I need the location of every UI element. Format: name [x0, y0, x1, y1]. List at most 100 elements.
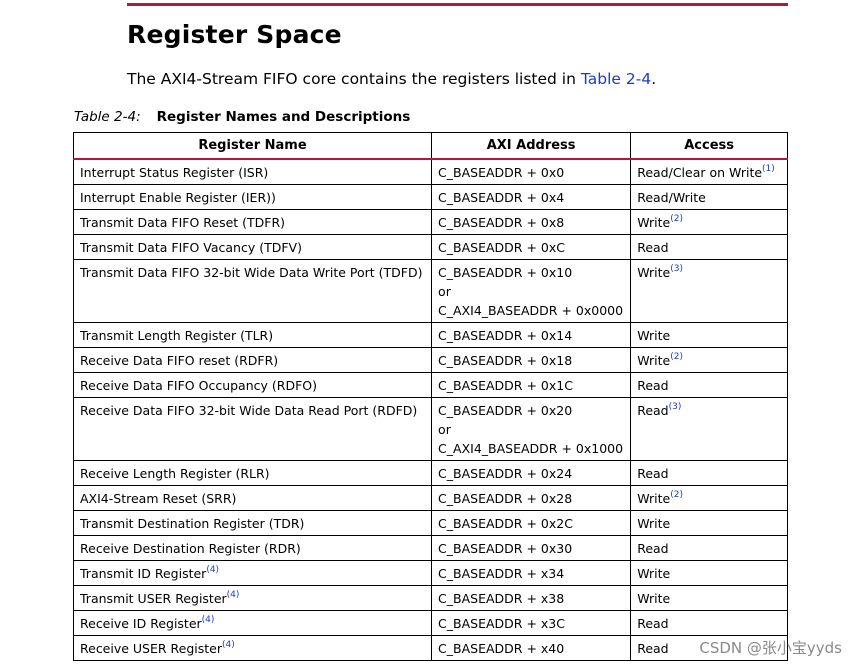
- access-value: Read: [637, 466, 669, 481]
- axi-address-line: C_AXI4_BASEADDR + 0x1000: [438, 441, 624, 456]
- access-cell: Read/Write: [630, 184, 788, 210]
- access-cell: Read(3): [630, 397, 788, 461]
- footnote-link[interactable]: (2): [670, 214, 683, 224]
- axi-address-line: C_BASEADDR + 0x8: [438, 215, 565, 230]
- table-header-row: Register Name AXI Address Access: [72, 132, 788, 160]
- register-name: Receive Data FIFO Occupancy (RDFO): [80, 378, 317, 393]
- axi-address-cell: C_BASEADDR + 0x20 or C_AXI4_BASEADDR + 0x1…: [431, 397, 632, 461]
- footnote-link[interactable]: (3): [669, 402, 682, 412]
- axi-address-cell: C_BASEADDR + 0x2C: [431, 510, 632, 536]
- table-row: Receive Data FIFO reset (RDFR) C_BASEADDR…: [72, 347, 788, 373]
- access-cell: Read: [630, 234, 788, 260]
- axi-address-cell: C_BASEADDR + x40: [431, 635, 632, 661]
- access-cell: Write(2): [630, 209, 788, 235]
- register-name: Interrupt Enable Register (IER)): [80, 190, 276, 205]
- axi-address-cell: C_BASEADDR + 0x8: [431, 209, 632, 235]
- table-row: Interrupt Enable Register (IER)) C_BASEAD…: [72, 184, 788, 210]
- register-name: Transmit Data FIFO Vacancy (TDFV): [80, 240, 302, 255]
- register-name: Transmit Destination Register (TDR): [80, 516, 305, 531]
- register-name: Receive Data FIFO 32-bit Wide Data Read …: [80, 403, 418, 418]
- register-name: Transmit ID Register: [80, 566, 207, 581]
- table-caption-title: Register Names and Descriptions: [156, 109, 411, 125]
- register-name: Transmit USER Register: [80, 591, 227, 606]
- axi-address-line: C_BASEADDR + x34: [438, 566, 565, 581]
- axi-address-line: C_BASEADDR + 0x30: [438, 541, 573, 556]
- axi-address-line: C_BASEADDR + 0x1C: [438, 378, 573, 393]
- register-name-cell: Interrupt Enable Register (IER)): [72, 184, 433, 210]
- axi-address-line: C_BASEADDR + 0x2C: [438, 516, 573, 531]
- access-value: Read: [637, 641, 669, 656]
- access-value: Write: [637, 491, 671, 506]
- footnote-link[interactable]: (2): [670, 352, 683, 362]
- table-row: Transmit Data FIFO 32-bit Wide Data Writ…: [72, 259, 788, 323]
- axi-address-cell: C_BASEADDR + 0x4: [431, 184, 632, 210]
- footnote-link[interactable]: (3): [670, 264, 683, 274]
- register-name: Interrupt Status Register (ISR): [80, 165, 269, 180]
- axi-address-line: C_AXI4_BASEADDR + 0x0000: [438, 303, 624, 318]
- table-row: Transmit Destination Register (TDR) C_BAS…: [72, 510, 788, 536]
- footnote-link[interactable]: (2): [670, 490, 683, 500]
- register-name-cell: Receive Length Register (RLR): [72, 460, 433, 486]
- header-access: Access: [630, 132, 788, 160]
- footnote-link[interactable]: (4): [206, 565, 219, 575]
- header-axi-address: AXI Address: [431, 132, 632, 160]
- table-row: Transmit Data FIFO Reset (TDFR) C_BASEADD…: [72, 209, 788, 235]
- axi-address-line: C_BASEADDR + 0x10: [438, 265, 573, 280]
- axi-address-line: or: [438, 284, 451, 299]
- access-value: Read: [637, 240, 669, 255]
- access-value: Write: [637, 516, 671, 531]
- axi-address-cell: C_BASEADDR + x3C: [431, 610, 632, 636]
- register-name-cell: Receive Data FIFO reset (RDFR): [72, 347, 433, 373]
- access-value: Read: [637, 403, 669, 418]
- footnote-link[interactable]: (4): [202, 615, 215, 625]
- register-name: Receive USER Register: [80, 641, 223, 656]
- access-value: Read/Clear on Write: [637, 165, 763, 180]
- axi-address-line: C_BASEADDR + 0x14: [438, 328, 573, 343]
- section-title: Register Space: [127, 20, 342, 49]
- table-row: Transmit Length Register (TLR) C_BASEADDR…: [72, 322, 788, 348]
- register-name-cell: Receive ID Register(4): [72, 610, 433, 636]
- access-cell: Read: [630, 535, 788, 561]
- access-cell: Write: [630, 585, 788, 611]
- axi-address-line: C_BASEADDR + x3C: [438, 616, 565, 631]
- table-row: Transmit Data FIFO Vacancy (TDFV) C_BASEA…: [72, 234, 788, 260]
- table-row: Receive USER Register(4) C_BASEADDR + x40…: [72, 635, 788, 661]
- table-row: AXI4-Stream Reset (SRR) C_BASEADDR + 0x28…: [72, 485, 788, 511]
- access-cell: Write: [630, 510, 788, 536]
- axi-address-line: C_BASEADDR + 0xC: [438, 240, 565, 255]
- table-row: Transmit ID Register(4) C_BASEADDR + x34 W…: [72, 560, 788, 586]
- table-row: Receive ID Register(4) C_BASEADDR + x3C Re…: [72, 610, 788, 636]
- register-name-cell: Transmit Data FIFO Reset (TDFR): [72, 209, 433, 235]
- footnote-link[interactable]: (1): [762, 164, 775, 174]
- table-reference-link[interactable]: Table 2-4: [581, 70, 651, 88]
- register-name-cell: Receive USER Register(4): [72, 635, 433, 661]
- axi-address-cell: C_BASEADDR + 0x18: [431, 347, 632, 373]
- table-caption: Table 2-4: Register Names and Description…: [74, 109, 410, 125]
- axi-address-cell: C_BASEADDR + 0x0: [431, 158, 632, 185]
- table-row: Receive Data FIFO Occupancy (RDFO) C_BASE…: [72, 372, 788, 398]
- register-name-cell: Transmit Data FIFO 32-bit Wide Data Writ…: [72, 259, 433, 323]
- intro-paragraph: The AXI4-Stream FIFO core contains the r…: [127, 69, 656, 89]
- register-name-cell: Receive Data FIFO Occupancy (RDFO): [72, 372, 433, 398]
- register-name: Transmit Length Register (TLR): [80, 328, 274, 343]
- footnote-link[interactable]: (4): [222, 640, 235, 650]
- axi-address-cell: C_BASEADDR + 0x24: [431, 460, 632, 486]
- axi-address-line: C_BASEADDR + 0x28: [438, 491, 573, 506]
- table-row: Interrupt Status Register (ISR) C_BASEADD…: [72, 158, 788, 185]
- table-caption-label: Table 2-4:: [74, 109, 141, 125]
- access-value: Write: [637, 591, 671, 606]
- register-name-cell: Receive Data FIFO 32-bit Wide Data Read …: [72, 397, 433, 461]
- access-value: Write: [637, 353, 671, 368]
- table-row: Receive Length Register (RLR) C_BASEADDR …: [72, 460, 788, 486]
- access-value: Read: [637, 616, 669, 631]
- axi-address-line: or: [438, 422, 451, 437]
- axi-address-line: C_BASEADDR + 0x0: [438, 165, 565, 180]
- axi-address-line: C_BASEADDR + 0x24: [438, 466, 573, 481]
- footnote-link[interactable]: (4): [227, 590, 240, 600]
- table-row: Receive Data FIFO 32-bit Wide Data Read …: [72, 397, 788, 461]
- axi-address-cell: C_BASEADDR + 0x30: [431, 535, 632, 561]
- register-name-cell: Receive Destination Register (RDR): [72, 535, 433, 561]
- register-name-cell: Transmit USER Register(4): [72, 585, 433, 611]
- access-cell: Read: [630, 460, 788, 486]
- axi-address-cell: C_BASEADDR + 0x10 or C_AXI4_BASEADDR + 0x0…: [431, 259, 632, 323]
